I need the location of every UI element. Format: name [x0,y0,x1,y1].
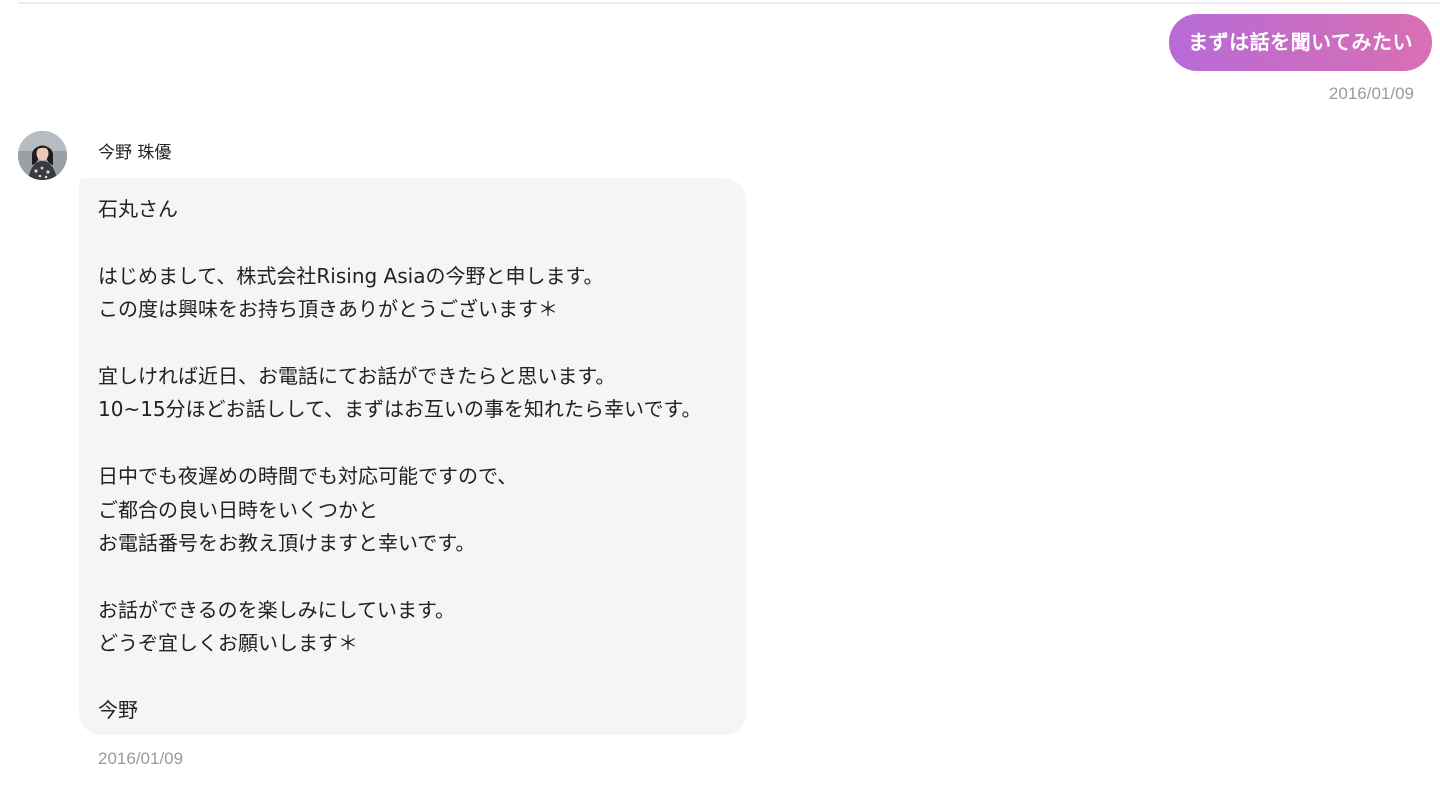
message-line: ご都合の良い日時をいくつかと [98,497,378,522]
received-message-date: 2016/01/09 [98,749,184,768]
message-line: お電話番号をお教え頂けますと幸いです。 [98,530,476,555]
message-line: 宜しければ近日、お電話にてお話ができたらと思います。 [98,363,616,388]
avatar-photo-icon [18,131,67,180]
message-line [98,226,726,259]
message-line: 日中でも夜遅めの時間でも対応可能ですので、 [98,464,518,489]
sent-message-date: 2016/01/09 [1328,84,1414,103]
message-line: 10~15分ほどお話しして、まずはお互いの事を知れたら幸いです。 [98,397,702,422]
message-line: はじめまして、株式会社Rising Asiaの今野と申します。 [98,263,604,288]
message-line [98,427,726,460]
sent-message-bubble[interactable]: まずは話を聞いてみたい [1169,14,1432,71]
message-line: お話ができるのを楽しみにしています。 [98,597,455,622]
message-line: この度は興味をお持ち頂きありがとうございます＊ [98,297,558,322]
sent-message-row: まずは話を聞いてみたい [1169,14,1432,71]
message-line [98,660,726,693]
sender-avatar[interactable] [18,131,67,180]
received-message-bubble: 石丸さん はじめまして、株式会社Rising Asiaの今野と申します。 この度… [79,178,746,735]
message-line: 今野 [98,697,138,722]
top-divider [18,2,1440,4]
message-line [98,327,726,360]
message-line: 石丸さん [98,197,178,221]
sender-name: 今野 珠優 [98,143,172,163]
message-line [98,560,726,593]
message-line: どうぞ宜しくお願いします＊ [98,631,358,656]
